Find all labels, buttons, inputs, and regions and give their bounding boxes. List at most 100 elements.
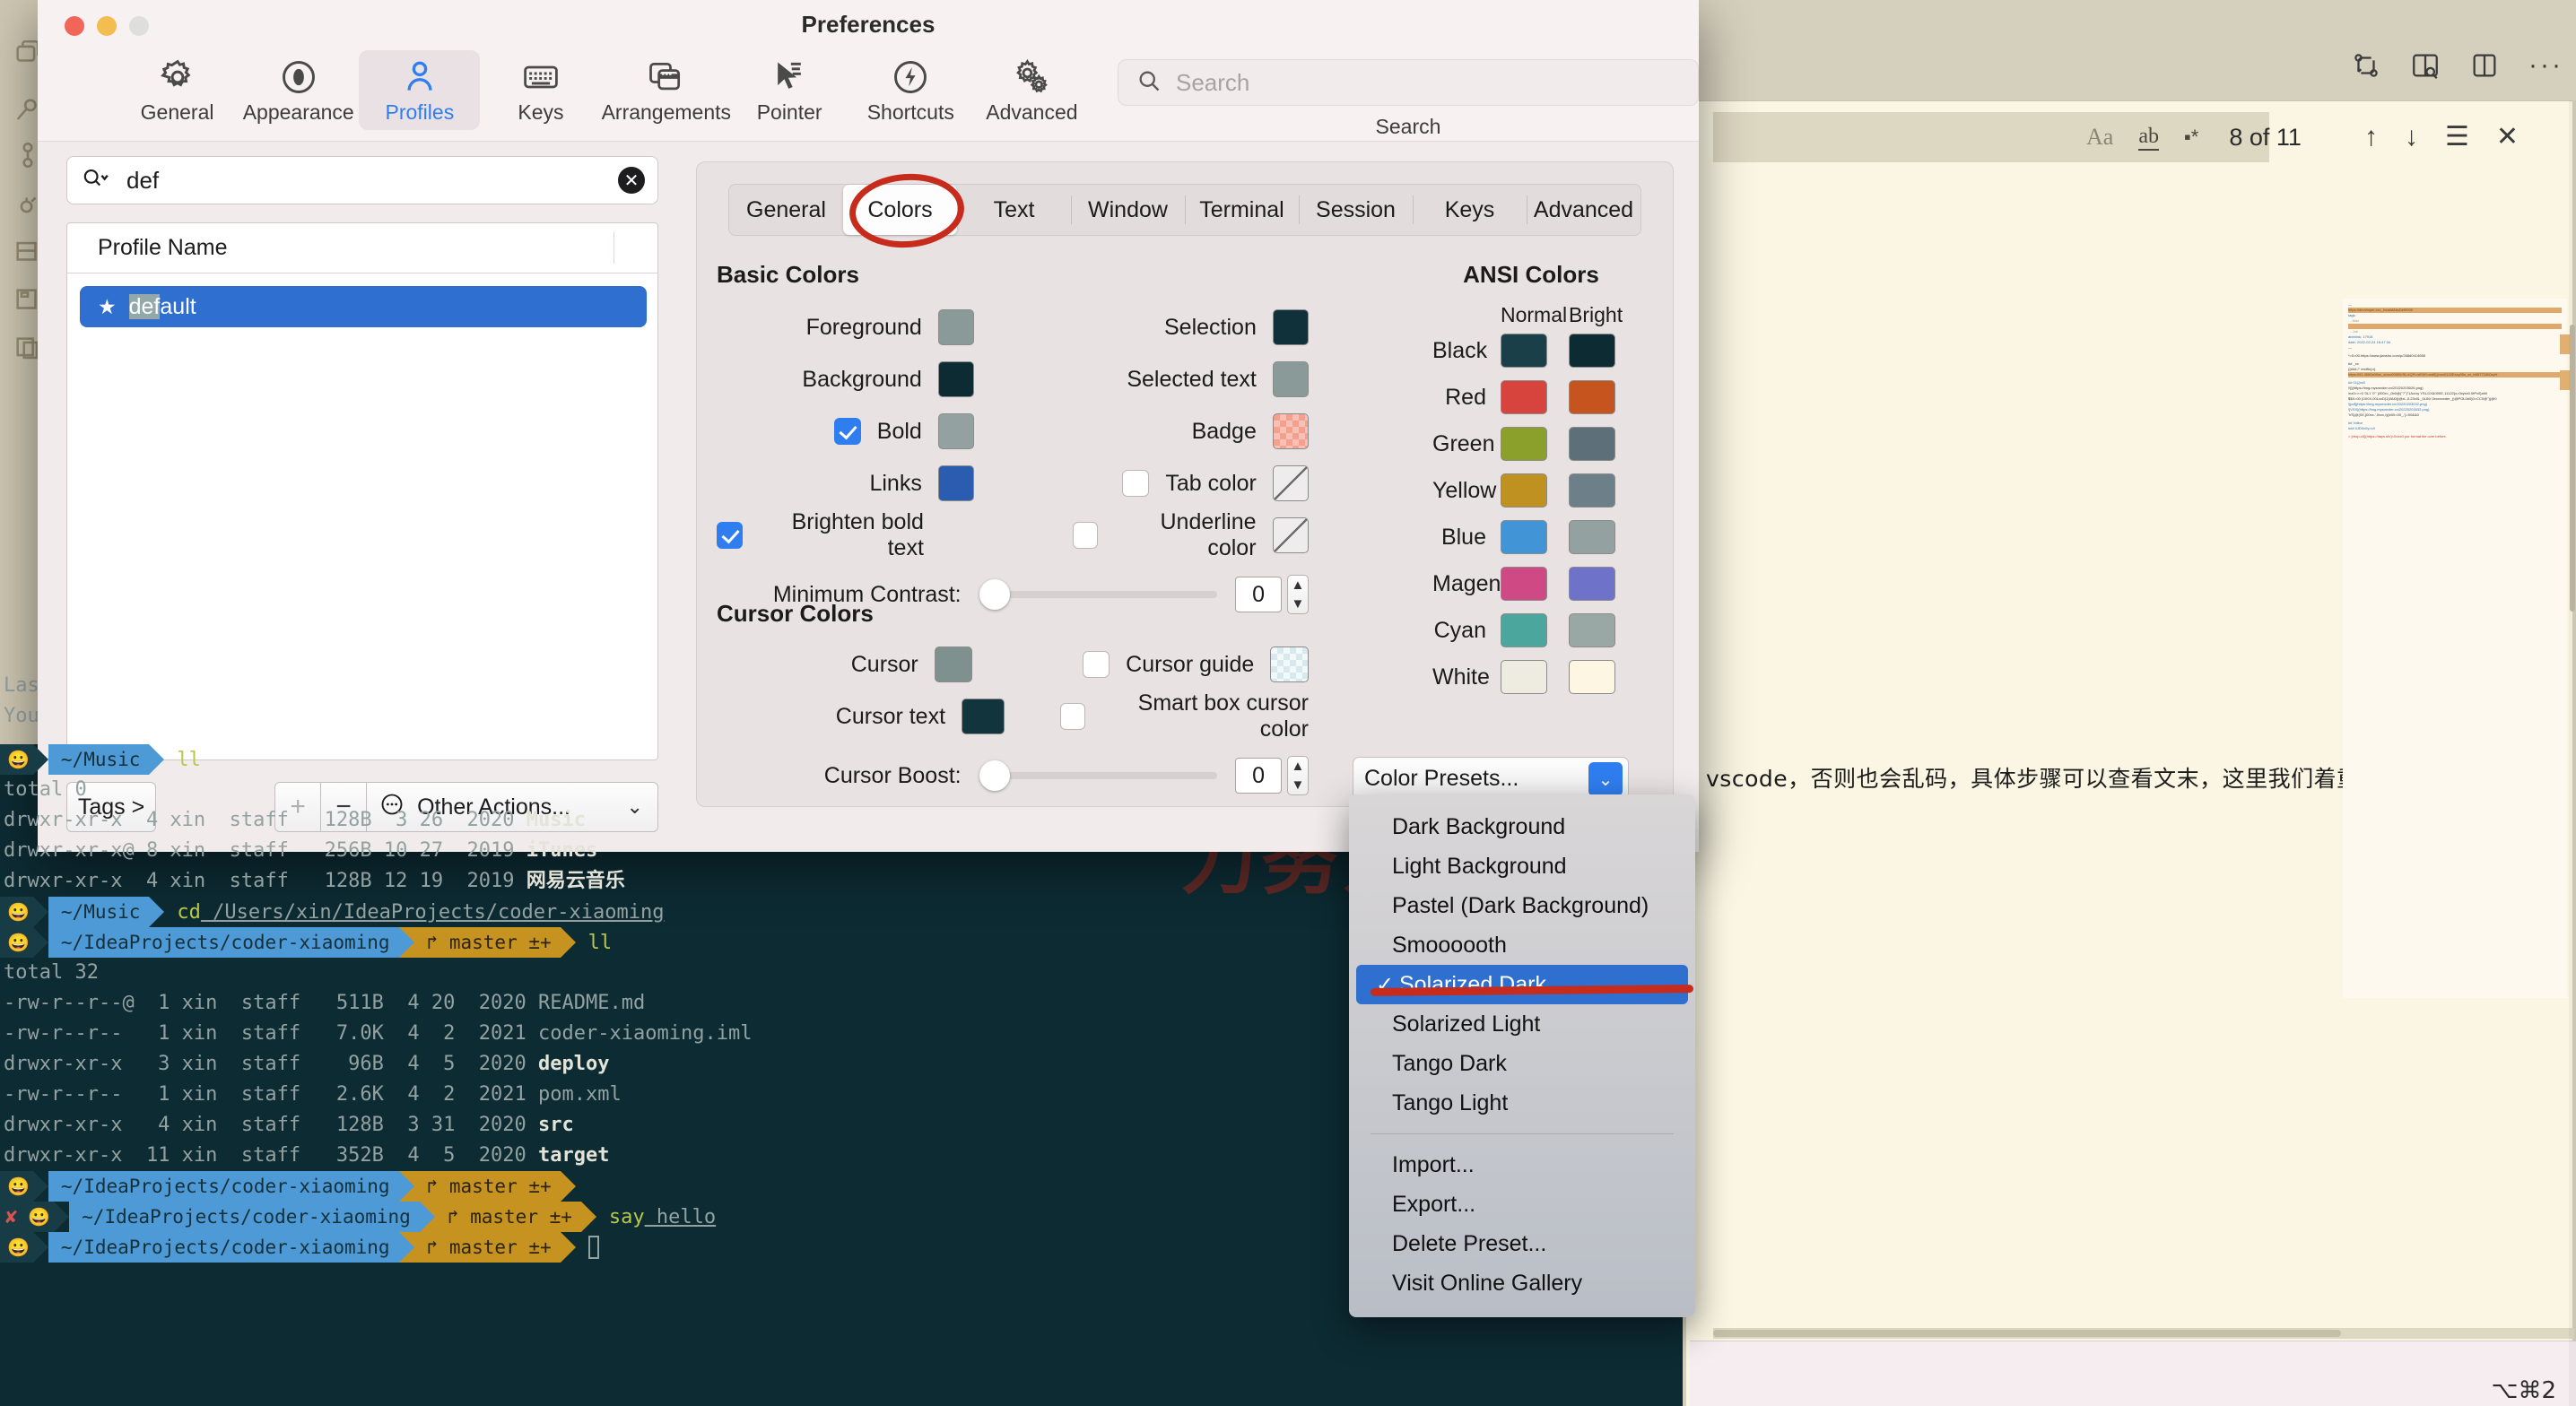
tab-colors[interactable]: Colors bbox=[843, 185, 957, 235]
toolbar-item-keys[interactable]: Keys bbox=[480, 50, 601, 130]
brighten-bold-text-checkbox[interactable] bbox=[717, 522, 743, 549]
tab-color-swatch[interactable] bbox=[1272, 465, 1309, 501]
toolbar-item-profiles[interactable]: Profiles bbox=[359, 50, 481, 130]
ansi-normal-swatch[interactable] bbox=[1501, 520, 1547, 554]
tab-general[interactable]: General bbox=[729, 185, 843, 235]
split-search-icon[interactable] bbox=[2410, 50, 2441, 81]
ansi-bright-swatch[interactable] bbox=[1569, 520, 1615, 554]
ansi-bright-swatch[interactable] bbox=[1569, 473, 1615, 508]
tab-terminal[interactable]: Terminal bbox=[1185, 185, 1299, 235]
vertical-scrollbar[interactable] bbox=[2569, 100, 2576, 1406]
cursor-swatch[interactable] bbox=[934, 647, 973, 682]
toolbar-label: Advanced bbox=[986, 100, 1078, 124]
selected-text-swatch[interactable] bbox=[1272, 361, 1309, 397]
ansi-normal-swatch[interactable] bbox=[1501, 660, 1547, 694]
tab-session[interactable]: Session bbox=[1299, 185, 1413, 235]
selection-swatch[interactable] bbox=[1272, 309, 1309, 345]
horizontal-scrollbar[interactable] bbox=[1713, 1328, 2574, 1339]
cursor-guide-checkbox[interactable] bbox=[1083, 651, 1110, 678]
shortcut-hint: ⌥⌘2 bbox=[2491, 1377, 2556, 1404]
split-pane-icon[interactable] bbox=[2469, 50, 2500, 81]
toolbar-label: General bbox=[140, 100, 214, 124]
ansi-bright-swatch[interactable] bbox=[1569, 334, 1615, 368]
find-list-icon[interactable]: ☰ bbox=[2445, 124, 2469, 151]
menu-item-visit-online-gallery[interactable]: Visit Online Gallery bbox=[1349, 1263, 1695, 1303]
minimum-contrast-slider[interactable] bbox=[979, 579, 1218, 610]
whole-word-icon[interactable]: ab bbox=[2138, 125, 2159, 151]
horizontal-scrollbar-thumb[interactable] bbox=[1713, 1330, 2341, 1337]
ansi-normal-swatch[interactable] bbox=[1501, 613, 1547, 647]
terminal-hidden-lines: Las You bbox=[4, 671, 39, 732]
tab-text[interactable]: Text bbox=[957, 185, 1071, 235]
more-icon[interactable]: ··· bbox=[2528, 50, 2563, 81]
tab-color-checkbox[interactable] bbox=[1122, 470, 1150, 497]
ansi-bright-swatch[interactable] bbox=[1569, 380, 1615, 414]
menu-item-dark-background[interactable]: Dark Background bbox=[1349, 807, 1695, 846]
profile-filter-input[interactable]: def ✕ bbox=[66, 156, 658, 204]
branch-icon[interactable] bbox=[2351, 50, 2381, 81]
badge-swatch[interactable] bbox=[1272, 413, 1309, 449]
clear-search-icon[interactable]: ✕ bbox=[618, 167, 645, 194]
links-swatch[interactable] bbox=[937, 465, 974, 501]
ansi-normal-swatch[interactable] bbox=[1501, 473, 1547, 508]
menu-item-import[interactable]: Import... bbox=[1349, 1145, 1695, 1185]
menu-item-tango-light[interactable]: Tango Light bbox=[1349, 1083, 1695, 1123]
ansi-row: Cyan bbox=[1432, 607, 1657, 654]
menu-item-label: Visit Online Gallery bbox=[1392, 1270, 1583, 1296]
toolbar-item-pointer[interactable]: Pointer bbox=[729, 50, 850, 130]
ansi-normal-swatch[interactable] bbox=[1501, 427, 1547, 461]
toolbar-item-appearance[interactable]: Appearance bbox=[238, 50, 359, 130]
smart-box-cursor-color-checkbox[interactable] bbox=[1060, 703, 1085, 730]
document-minimap[interactable]: — https://developer.xxx_invalidAbcDef000… bbox=[2343, 299, 2567, 998]
ansi-bright-swatch[interactable] bbox=[1569, 613, 1615, 647]
table-row[interactable]: ★ default bbox=[80, 286, 647, 327]
underline-color-checkbox[interactable] bbox=[1072, 522, 1099, 549]
underline-color-swatch[interactable] bbox=[1272, 517, 1309, 553]
menu-item-pastel-dark-background[interactable]: Pastel (Dark Background) bbox=[1349, 886, 1695, 925]
find-next-icon[interactable]: ↓ bbox=[2405, 124, 2418, 151]
document-page: vscode，否则也会乱码，具体步骤可以查看文末，这里我们着重 — https:… bbox=[1686, 173, 2572, 1330]
cursor-text-swatch[interactable] bbox=[962, 699, 1005, 734]
color-presets-button[interactable]: Color Presets... ⌄ bbox=[1353, 757, 1629, 800]
search-input[interactable]: Search bbox=[1117, 59, 1699, 106]
menu-item-delete-preset[interactable]: Delete Preset... bbox=[1349, 1224, 1695, 1263]
ansi-normal-swatch[interactable] bbox=[1501, 380, 1547, 414]
toolbar-item-general[interactable]: General bbox=[117, 50, 238, 130]
screen: ··· Aa ab ▪* 8 of 11 ↑ ↓ ☰ ✕ vscode，否则也会… bbox=[0, 0, 2576, 1406]
color-presets-actions: Import... Export... Delete Preset... Visit … bbox=[1349, 1145, 1695, 1303]
toolbar-item-arrangements[interactable]: Arrangements bbox=[602, 50, 731, 130]
menu-item-tango-dark[interactable]: Tango Dark bbox=[1349, 1044, 1695, 1083]
ansi-color-name: White bbox=[1432, 664, 1490, 690]
tab-advanced[interactable]: Advanced bbox=[1527, 185, 1640, 235]
menu-item-label: Light Background bbox=[1392, 853, 1567, 879]
ansi-bright-swatch[interactable] bbox=[1569, 427, 1615, 461]
toolbar-item-shortcuts[interactable]: Shortcuts bbox=[850, 50, 971, 130]
ansi-normal-swatch[interactable] bbox=[1501, 567, 1547, 601]
tab-keys[interactable]: Keys bbox=[1413, 185, 1527, 235]
bold-checkbox[interactable] bbox=[833, 418, 861, 445]
ansi-bright-swatch[interactable] bbox=[1569, 660, 1615, 694]
tab-window[interactable]: Window bbox=[1071, 185, 1185, 235]
ansi-column-headers: Normal Bright bbox=[1501, 303, 1657, 327]
ansi-bright-swatch[interactable] bbox=[1569, 567, 1615, 601]
vertical-scrollbar-thumb[interactable] bbox=[2570, 325, 2575, 612]
menu-item-solarized-light[interactable]: Solarized Light bbox=[1349, 1004, 1695, 1044]
profile-filter-value: def bbox=[126, 166, 160, 194]
cursor-guide-swatch[interactable] bbox=[1270, 647, 1309, 682]
regex-icon[interactable]: ▪* bbox=[2184, 126, 2198, 149]
menu-item-light-background[interactable]: Light Background bbox=[1349, 846, 1695, 886]
background-swatch[interactable] bbox=[937, 361, 974, 397]
foreground-swatch[interactable] bbox=[937, 309, 974, 345]
match-case-icon[interactable]: Aa bbox=[2086, 124, 2113, 151]
toolbar-item-advanced[interactable]: Advanced bbox=[971, 50, 1092, 130]
search-dropdown-icon[interactable] bbox=[82, 166, 110, 195]
menu-item-label: Solarized Light bbox=[1392, 1011, 1541, 1037]
cursor-text-label: Cursor text bbox=[835, 703, 946, 729]
menu-item-smoooooth[interactable]: Smoooooth bbox=[1349, 925, 1695, 965]
menu-item-export[interactable]: Export... bbox=[1349, 1185, 1695, 1224]
ansi-normal-swatch[interactable] bbox=[1501, 334, 1547, 368]
find-close-icon[interactable]: ✕ bbox=[2496, 124, 2519, 151]
chevron-down-icon[interactable]: ⌄ bbox=[1588, 762, 1623, 796]
bold-swatch[interactable] bbox=[937, 413, 974, 449]
find-previous-icon[interactable]: ↑ bbox=[2364, 124, 2378, 151]
